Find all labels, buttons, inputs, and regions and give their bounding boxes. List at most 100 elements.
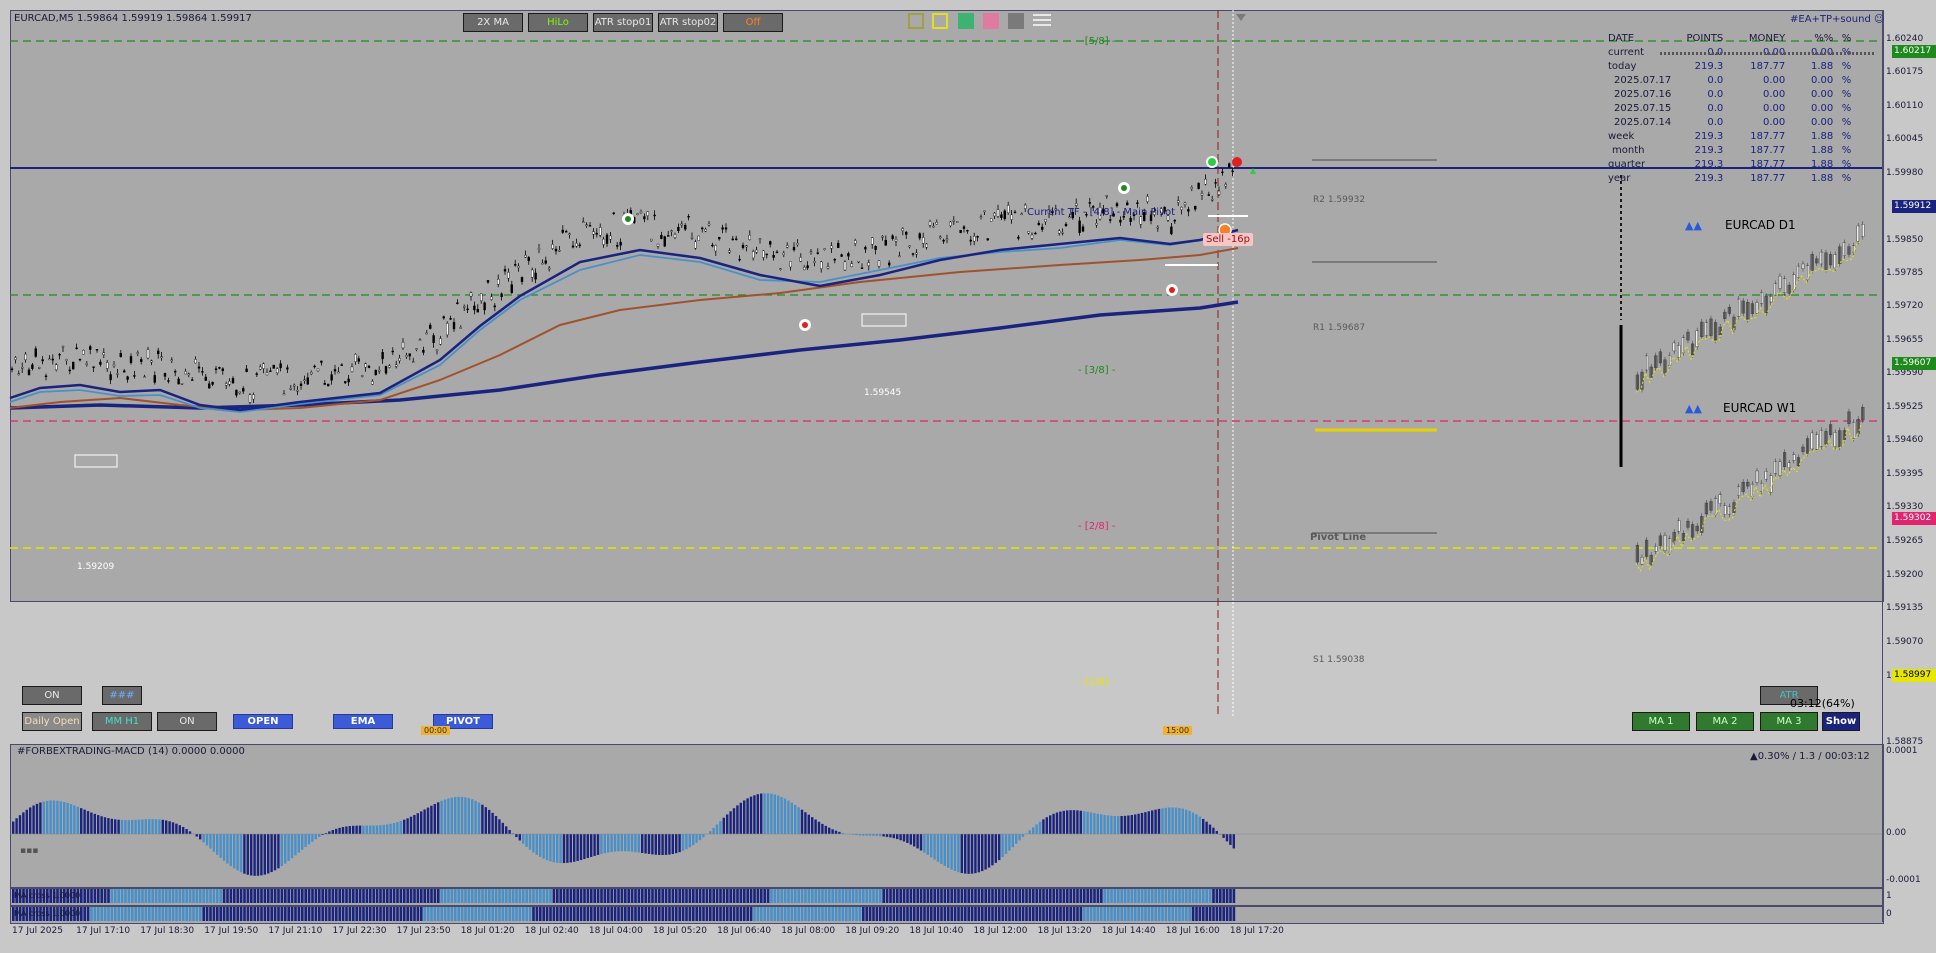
cross-bar xyxy=(794,907,797,921)
cross-bar xyxy=(273,889,277,903)
cross-bar xyxy=(630,907,634,921)
cross-bar xyxy=(1106,889,1110,903)
cross-bar xyxy=(950,907,953,921)
cross-bar xyxy=(838,889,841,903)
cross-bar xyxy=(280,907,284,921)
cross-bar xyxy=(498,889,501,903)
cross-bar xyxy=(430,889,433,903)
cross-bar xyxy=(188,889,192,903)
cross-bar xyxy=(885,907,889,921)
cross-bar xyxy=(474,889,477,903)
cross-bar xyxy=(399,907,403,921)
time-axis-tick: 18 Jul 13:20 xyxy=(1037,926,1092,936)
cross-bar xyxy=(930,889,933,903)
cross-bar xyxy=(780,907,783,921)
cross-bar xyxy=(1079,907,1083,921)
cross-bar xyxy=(1144,889,1147,903)
cross-bar xyxy=(103,889,107,903)
cross-bar xyxy=(1011,907,1015,921)
cross-bar xyxy=(1198,889,1202,903)
cross-bar xyxy=(457,889,460,903)
cross-bar xyxy=(1049,889,1052,903)
cross-bar xyxy=(940,907,943,921)
time-axis-tick: 18 Jul 09:20 xyxy=(845,926,900,936)
cross-bar xyxy=(702,889,705,903)
cross-bar xyxy=(392,889,396,903)
cross-bar xyxy=(569,907,573,921)
cross-bar xyxy=(372,907,375,921)
cross-bar xyxy=(624,889,627,903)
cross-bar xyxy=(491,907,494,921)
cross-bar xyxy=(1001,907,1004,921)
cross-bar xyxy=(736,907,739,921)
cross-bar xyxy=(379,889,382,903)
cross-bar xyxy=(250,907,253,921)
cross-bar xyxy=(610,907,613,921)
time-axis-tick: 18 Jul 14:40 xyxy=(1101,926,1156,936)
cross-bar xyxy=(124,889,127,903)
cross-bar xyxy=(409,889,413,903)
cross-bar xyxy=(1093,889,1096,903)
cross-bar xyxy=(919,889,923,903)
cross-bar xyxy=(732,907,736,921)
cross-bar xyxy=(658,889,661,903)
cross-bar xyxy=(1052,889,1055,903)
cross-bar xyxy=(518,907,522,921)
cross-bar xyxy=(984,889,987,903)
cross-bar xyxy=(783,889,787,903)
cross-bar xyxy=(1157,907,1161,921)
cross-bar xyxy=(1188,889,1191,903)
cross-bar xyxy=(1021,907,1025,921)
cross-bar xyxy=(1185,889,1188,903)
cross-bar xyxy=(1086,889,1089,903)
cross-bar xyxy=(1055,907,1059,921)
time-axis-tick: 18 Jul 02:40 xyxy=(524,926,579,936)
cross-bar xyxy=(1042,889,1045,903)
cross-bar xyxy=(1120,907,1123,921)
cross-bar xyxy=(416,889,420,903)
cross-bar xyxy=(1110,907,1113,921)
cross-bar xyxy=(1028,889,1032,903)
cross-bar xyxy=(86,907,90,921)
cross-bar xyxy=(692,907,695,921)
cross-bar xyxy=(705,889,709,903)
cross-bar xyxy=(559,907,562,921)
cross-bar xyxy=(909,889,913,903)
cross-bar xyxy=(994,907,998,921)
cross-bar xyxy=(284,907,287,921)
cross-bar xyxy=(365,907,369,921)
cross-bar xyxy=(552,907,556,921)
cross-bar xyxy=(1134,907,1137,921)
cross-bar xyxy=(297,889,301,903)
cross-bar xyxy=(637,889,641,903)
cross-bar xyxy=(661,889,664,903)
cross-bar xyxy=(1008,889,1011,903)
cross-bar xyxy=(821,907,824,921)
cross-bar xyxy=(1161,907,1164,921)
cross-bar xyxy=(824,889,828,903)
cross-bar xyxy=(831,889,834,903)
cross-bar xyxy=(165,907,168,921)
cross-bar xyxy=(957,889,960,903)
cross-bar xyxy=(760,907,763,921)
cross-bar xyxy=(671,907,675,921)
cross-bar xyxy=(841,889,845,903)
cross-bar xyxy=(423,907,426,921)
cross-bar xyxy=(294,889,297,903)
cross-bar xyxy=(678,889,681,903)
cross-bar xyxy=(474,907,477,921)
cross-bar xyxy=(1100,889,1103,903)
cross-bar xyxy=(872,889,875,903)
cross-bar xyxy=(593,907,596,921)
cross-bar xyxy=(1103,889,1106,903)
cross-bar xyxy=(209,889,212,903)
cross-bar xyxy=(773,889,777,903)
cross-bar xyxy=(1120,889,1123,903)
cross-bar xyxy=(647,889,651,903)
cross-bar xyxy=(297,907,301,921)
cross-bar xyxy=(324,907,328,921)
cross-bar xyxy=(664,907,668,921)
cross-bar xyxy=(1151,907,1154,921)
cross-bar xyxy=(545,907,549,921)
cross-bar xyxy=(535,907,539,921)
